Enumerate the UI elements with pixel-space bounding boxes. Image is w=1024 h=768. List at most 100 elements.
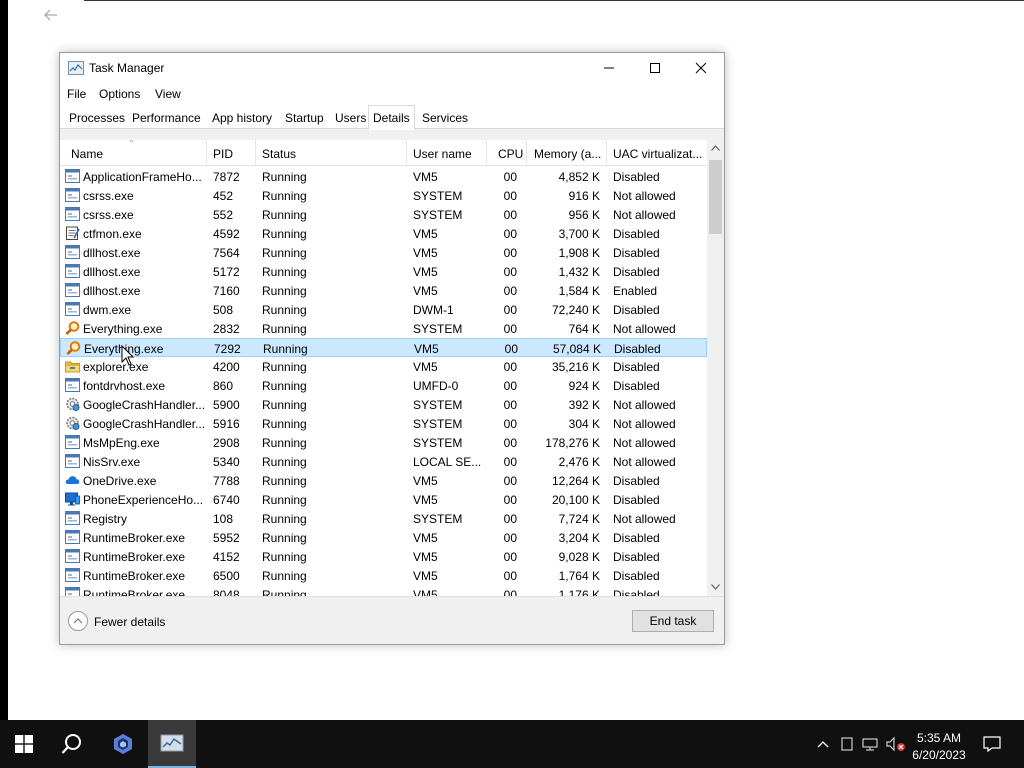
scroll-down-icon[interactable] — [711, 584, 720, 590]
cell-status: Running — [262, 208, 307, 222]
window-process-icon — [65, 549, 80, 563]
menu-view[interactable]: View — [155, 87, 181, 101]
close-button[interactable] — [678, 53, 724, 83]
footer: Fewer details End task — [60, 596, 724, 644]
cell-cpu: 00 — [503, 436, 517, 450]
cell-cpu: 00 — [503, 227, 517, 241]
notification-icon[interactable] — [983, 735, 1001, 753]
cell-name: dllhost.exe — [83, 265, 141, 279]
minimize-button[interactable] — [586, 53, 632, 83]
table-row[interactable]: RuntimeBroker.exe 4152 Running VM5 00 9,028 K… — [60, 547, 707, 566]
cell-user-name: VM5 — [413, 569, 438, 583]
system-clock[interactable]: 5:35 AM 6/20/2023 — [908, 730, 970, 764]
cell-pid: 5172 — [213, 265, 240, 279]
table-row[interactable]: RuntimeBroker.exe 8048 Running VM5 00 1,176 K… — [60, 585, 707, 596]
fewer-details-link[interactable]: Fewer details — [94, 615, 165, 629]
cell-status: Running — [262, 379, 307, 393]
table-row[interactable]: RuntimeBroker.exe 5952 Running VM5 00 3,204 K… — [60, 528, 707, 547]
menu-file[interactable]: File — [67, 87, 86, 101]
table-row[interactable]: PhoneExperienceHo... 6740 Running VM5 00 20,1… — [60, 490, 707, 509]
end-task-button[interactable]: End task — [632, 610, 714, 632]
table-row[interactable]: fontdrvhost.exe 860 Running UMFD-0 00 924 K Di… — [60, 376, 707, 395]
column-header-memory[interactable]: Memory (a... — [527, 140, 607, 166]
column-header-cpu[interactable]: CPU — [487, 140, 527, 166]
table-row[interactable]: Registry 108 Running SYSTEM 00 7,724 K Not all… — [60, 509, 707, 528]
cell-name: Registry — [83, 512, 128, 526]
cell-cpu: 00 — [503, 512, 517, 526]
cell-status: Running — [262, 455, 307, 469]
table-row[interactable]: OneDrive.exe 7788 Running VM5 00 12,264 K Disa… — [60, 471, 707, 490]
table-row[interactable]: csrss.exe 452 Running SYSTEM 00 916 K Not allo… — [60, 186, 707, 205]
tab-app-history[interactable]: App history — [207, 107, 277, 129]
cell-pid: 5952 — [213, 531, 240, 545]
tab-processes[interactable]: Processes — [64, 107, 130, 129]
table-row[interactable]: dwm.exe 508 Running DWM-1 00 72,240 K Disabled — [60, 300, 707, 319]
cell-memory: 392 K — [568, 398, 600, 412]
cell-cpu: 00 — [503, 170, 517, 184]
table-row[interactable]: NisSrv.exe 5340 Running LOCAL SE... 00 2,476 … — [60, 452, 707, 471]
back-arrow-icon[interactable] — [42, 6, 60, 24]
cell-name: OneDrive.exe — [83, 474, 157, 488]
column-header-uac[interactable]: UAC virtualizat... — [607, 140, 707, 166]
table-row[interactable]: ctfmon.exe 4592 Running VM5 00 3,700 K Disable… — [60, 224, 707, 243]
table-row[interactable]: explorer.exe 4200 Running VM5 00 35,216 K Disa… — [60, 357, 707, 376]
table-row[interactable]: GoogleCrashHandler... 5916 Running SYSTEM 00… — [60, 414, 707, 433]
cloud-process-icon — [65, 476, 80, 484]
scroll-up-icon[interactable] — [711, 145, 720, 151]
cell-user-name: VM5 — [413, 246, 438, 260]
column-header-status[interactable]: Status — [256, 140, 407, 166]
table-row[interactable]: ApplicationFrameHo... 7872 Running VM5 00 4,8… — [60, 167, 707, 186]
chevron-up-icon[interactable] — [815, 736, 831, 752]
cell-memory: 178,276 K — [545, 436, 600, 450]
window-process-icon — [65, 207, 80, 221]
column-header-user-name[interactable]: User name — [407, 140, 487, 166]
tab-users[interactable]: Users — [330, 107, 371, 129]
column-header-label: Name — [71, 147, 104, 161]
table-row[interactable]: dllhost.exe 7160 Running VM5 00 1,584 K Enable… — [60, 281, 707, 300]
cell-memory: 35,216 K — [551, 360, 600, 374]
gear-process-icon — [66, 397, 80, 411]
table-row[interactable]: dllhost.exe 7564 Running VM5 00 1,908 K Disabl… — [60, 243, 707, 262]
tablet-icon[interactable] — [839, 736, 855, 752]
taskbar-app-button[interactable] — [99, 720, 147, 768]
close-icon — [695, 62, 707, 74]
cell-cpu: 00 — [503, 360, 517, 374]
cell-uac-virtualization: Disabled — [613, 265, 660, 279]
table-row[interactable]: MsMpEng.exe 2908 Running SYSTEM 00 178,276 K N… — [60, 433, 707, 452]
tab-startup[interactable]: Startup — [280, 107, 329, 129]
table-row[interactable]: csrss.exe 552 Running SYSTEM 00 956 K Not allo… — [60, 205, 707, 224]
table-row[interactable]: dllhost.exe 5172 Running VM5 00 1,432 K Disabl… — [60, 262, 707, 281]
tab-details[interactable]: Details — [368, 105, 415, 130]
search-button[interactable] — [48, 720, 96, 768]
cell-user-name: SYSTEM — [413, 417, 463, 431]
cell-user-name: SYSTEM — [413, 322, 463, 336]
maximize-button[interactable] — [632, 53, 678, 83]
window-process-icon — [65, 454, 80, 468]
scroll-thumb[interactable] — [709, 160, 722, 234]
table-row[interactable]: RuntimeBroker.exe 6500 Running VM5 00 1,764 K… — [60, 566, 707, 585]
table-row-selected[interactable]: Everything.exe 7292 Running VM5 00 57,084 K Di… — [60, 338, 707, 357]
tab-services[interactable]: Services — [417, 107, 473, 129]
fewer-details-icon[interactable] — [68, 611, 88, 631]
start-button[interactable] — [0, 720, 48, 768]
title-bar[interactable]: Task Manager — [60, 53, 724, 83]
cell-memory: 1,432 K — [558, 265, 600, 279]
cell-pid: 7788 — [213, 474, 240, 488]
window-process-icon — [65, 530, 80, 544]
volume-muted-icon[interactable] — [886, 736, 906, 752]
cell-name: csrss.exe — [83, 189, 134, 203]
cell-uac-virtualization: Enabled — [613, 284, 658, 298]
taskbar-task-manager-button[interactable] — [148, 720, 196, 768]
table-row[interactable]: GoogleCrashHandler... 5900 Running SYSTEM 00… — [60, 395, 707, 414]
menu-options[interactable]: Options — [99, 87, 140, 101]
tab-performance[interactable]: Performance — [127, 107, 206, 129]
vertical-scrollbar[interactable] — [707, 140, 724, 596]
cell-uac-virtualization: Not allowed — [613, 512, 676, 526]
sort-ascending-icon: ⌃ — [128, 140, 135, 148]
column-header-pid[interactable]: PID — [207, 140, 256, 166]
cell-uac-virtualization: Not allowed — [613, 322, 676, 336]
network-icon[interactable] — [862, 736, 878, 752]
table-row[interactable]: Everything.exe 2832 Running SYSTEM 00 764 K No… — [60, 319, 707, 338]
column-header-name[interactable]: ⌃ Name — [60, 140, 207, 166]
cell-name: dwm.exe — [83, 303, 132, 317]
